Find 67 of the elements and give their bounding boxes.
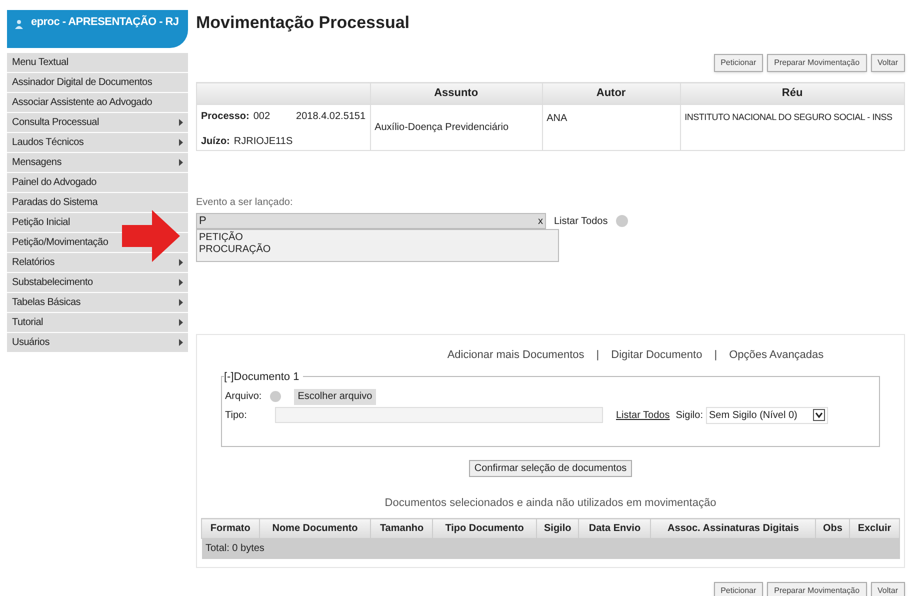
field-label: Sigilo:	[676, 408, 703, 422]
menu-item[interactable]: Tabelas Básicas	[7, 293, 188, 312]
table-title: Documentos selecionados e ainda não utilizados em movimentação	[384, 496, 718, 510]
column-header: Nome Documento	[259, 518, 371, 538]
action-button[interactable]: Preparar Movimentação	[767, 582, 867, 596]
menu-item[interactable]: Tutorial	[7, 313, 188, 332]
list-all-link[interactable]: Listar Todos	[616, 408, 670, 422]
field-label: Tipo:	[225, 408, 248, 422]
field-value: 2018.4.02.5151	[296, 110, 366, 124]
choose-file-button[interactable]: Escolher arquivo	[294, 388, 376, 404]
menu-item[interactable]: Associar Assistente ao Advogado	[7, 93, 188, 112]
action-button[interactable]: Voltar	[870, 582, 905, 596]
column-header: Réu	[680, 82, 904, 104]
help-icon[interactable]	[270, 391, 281, 402]
help-icon[interactable]	[616, 215, 628, 227]
action-button[interactable]: Peticionar	[714, 582, 764, 596]
suggestion-item[interactable]: PETIÇÃO	[199, 232, 556, 244]
field-value: RJRIOJE11S	[234, 135, 293, 149]
menu-item[interactable]: Laudos Técnicos	[7, 133, 188, 152]
separator: |	[714, 348, 718, 363]
column-header: Formato	[202, 518, 260, 538]
field-value: 002	[253, 110, 270, 124]
table-cell: ANA	[542, 104, 680, 150]
table-cell: INSTITUTO NACIONAL DO SEGURO SOCIAL - INSS	[680, 104, 904, 150]
tab-link[interactable]: Digitar Documento	[611, 347, 702, 364]
column-header: Obs	[816, 518, 850, 538]
column-header: Autor	[542, 82, 680, 104]
column-header: Assunto	[370, 82, 542, 104]
column-header: Sigilo	[536, 518, 579, 538]
column-header: Excluir	[849, 518, 900, 538]
app-title: eproc - APRESENTAÇÃO - RJ	[31, 14, 179, 30]
event-field[interactable]: P x	[196, 213, 546, 229]
action-button[interactable]: Voltar	[870, 54, 905, 72]
user-icon	[15, 19, 23, 29]
menu-item[interactable]: Paradas do Sistema	[7, 193, 188, 212]
field-label: Arquivo:	[225, 390, 262, 404]
menu-item[interactable]: Menu Textual	[7, 53, 188, 72]
clear-button[interactable]: x	[538, 214, 543, 228]
total-row: Total: 0 bytes	[202, 538, 900, 558]
menu-item[interactable]: Usuários	[7, 333, 188, 352]
field-label: Juízo:	[201, 135, 230, 149]
tab-link[interactable]: Adicionar mais Documentos	[447, 347, 584, 364]
field-label: Evento a ser lançado:	[196, 196, 294, 210]
table-cell: Auxílio-Doença Previdenciário	[370, 104, 542, 150]
tab-link[interactable]: Opções Avançadas	[729, 347, 824, 364]
field-label: Processo:	[201, 110, 250, 124]
menu-item[interactable]: Consulta Processual	[7, 113, 188, 132]
separator: |	[596, 348, 600, 363]
arrow-icon	[122, 210, 180, 262]
column-header: Tamanho	[370, 518, 433, 538]
sigilo-dropdown[interactable]: Sem Sigilo (Nível 0)	[706, 406, 828, 424]
caret-icon	[813, 409, 825, 421]
menu-item[interactable]: Substabelecimento	[7, 273, 188, 292]
column-header: Assoc. Assinaturas Digitais	[650, 518, 816, 538]
page-title: Movimentação Processual	[196, 12, 411, 34]
action-button[interactable]: Preparar Movimentação	[767, 54, 867, 72]
column-header: Data Envio	[578, 518, 650, 538]
suggestion-item[interactable]: PROCURAÇÃO	[199, 244, 556, 256]
menu-item[interactable]: Assinador Digital de Documentos	[7, 73, 188, 92]
type-field[interactable]	[275, 407, 603, 423]
column-header: Tipo Documento	[432, 518, 536, 538]
menu-item[interactable]: Relatórios	[7, 253, 188, 272]
confirm-button[interactable]: Confirmar seleção de documentos	[469, 460, 632, 476]
list-all-link[interactable]: Listar Todos	[554, 214, 608, 228]
menu-item[interactable]: Mensagens	[7, 153, 188, 172]
action-button[interactable]: Peticionar	[714, 54, 764, 72]
menu-item[interactable]: Painel do Advogado	[7, 173, 188, 192]
